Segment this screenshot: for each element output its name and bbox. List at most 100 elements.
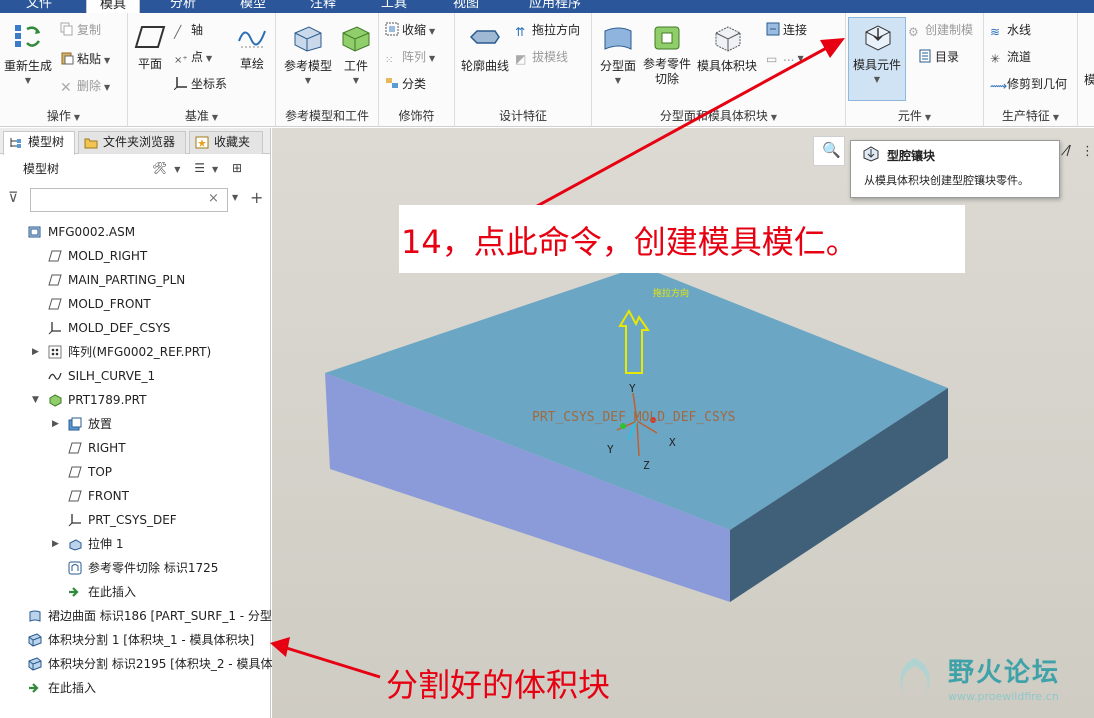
tree-filter-settings-icon[interactable]: ⊞ (232, 161, 242, 175)
chevron-down-icon[interactable]: ▼ (174, 165, 180, 174)
tab-view[interactable]: 视图 (441, 0, 491, 13)
tab-model[interactable]: 模型 (228, 0, 278, 13)
tree-item[interactable]: RIGHT (0, 436, 270, 460)
connect-button[interactable]: 连接 (766, 21, 807, 39)
group-label-design-feature: 设计特征 (498, 109, 547, 123)
overflow-group-partial: 模 (1084, 73, 1094, 87)
chevron-down-icon: ▼ (873, 75, 881, 84)
regenerate-button[interactable]: 重新生成 ▼ (3, 21, 53, 85)
datum-csys-button[interactable]: 坐标系 (174, 75, 227, 93)
tree-item[interactable]: ▶ 阵列(MFG0002_REF.PRT) (0, 340, 270, 364)
tree-settings-icon[interactable]: 🛠 (152, 161, 167, 175)
chevron-down-icon[interactable]: ▼ (212, 165, 218, 174)
watermark-title: 野火论坛 (948, 658, 1061, 688)
csys-icon (68, 514, 81, 527)
tab-tools[interactable]: 工具 (369, 0, 419, 13)
collapse-icon[interactable]: ▼ (32, 388, 42, 412)
regenerate-label: 重新生成 (3, 59, 52, 73)
waterline-button[interactable]: ≋ 水线 (990, 21, 1031, 39)
tab-folder-browser[interactable]: 文件夹浏览器 (78, 131, 186, 154)
expand-icon[interactable]: ▶ (32, 340, 42, 364)
classify-button[interactable]: 分类 (385, 75, 426, 93)
copy-button[interactable]: 复制 (60, 21, 101, 39)
tree-item[interactable]: 在此插入 (0, 580, 270, 604)
tree-filter-row: ⊽ × ▼ + (6, 188, 266, 212)
mold-insert-tooltip: 型腔镶块 从模具体积块创建型腔镶块零件。 (850, 140, 1060, 198)
csys-icon (174, 77, 187, 90)
tab-applications[interactable]: 应用程序 (515, 0, 595, 13)
catalog-label: 目录 (935, 50, 960, 64)
sketch-button[interactable]: 草绘 (232, 23, 272, 72)
draft-line-label: 拔模线 (532, 50, 569, 64)
draft-line-button[interactable]: ◩ 拔模线 (515, 48, 568, 66)
delete-button[interactable]: ✕ 删除 ▼ (60, 77, 110, 95)
tree-item-label: 在此插入 (88, 585, 137, 599)
datum-axis-button[interactable]: ╱ 轴 (174, 21, 203, 39)
tree-item[interactable]: TOP (0, 460, 270, 484)
group-design-feature: 轮廓曲线 ⇈ 拖拉方向 ◩ 拔模线 设计特征 (455, 13, 592, 127)
tree-item[interactable]: FRONT (0, 484, 270, 508)
csys-icon (48, 322, 61, 335)
tree-search-input[interactable] (30, 188, 228, 212)
mold-volume-button[interactable]: 模具体积块 (696, 23, 758, 74)
tab-model-tree[interactable]: 模型树 (3, 131, 75, 155)
datum-point-button[interactable]: ×⁺ 点 ▼ (174, 48, 212, 66)
datum-plane-icon (48, 298, 62, 310)
partial-icon: ▭ (766, 52, 778, 66)
clear-icon[interactable]: × (208, 191, 219, 206)
tree-item[interactable]: ▶ 放置 (0, 412, 270, 436)
trim-geometry-button[interactable]: ⟿修剪到几何 (990, 75, 1067, 93)
tab-analysis[interactable]: 分析 (158, 0, 208, 13)
tree-item[interactable]: ▶ 拉伸 1 (0, 532, 270, 556)
draft-line-icon: ◩ (515, 52, 527, 66)
axis-label: 轴 (191, 23, 204, 37)
tree-item[interactable]: MOLD_RIGHT (0, 244, 270, 268)
tree-item[interactable]: 体积块分割 标识2195 [体积块_2 - 模具体 (0, 652, 272, 676)
tree-item[interactable]: MAIN_PARTING_PLN (0, 268, 270, 292)
draw-direction-button[interactable]: ⇈ 拖拉方向 (515, 21, 580, 39)
pattern-button[interactable]: ⁙ 阵列 ▼ (385, 48, 435, 66)
workpiece-button[interactable]: 工件 ▼ (336, 23, 376, 85)
tree-item[interactable]: MOLD_DEF_CSYS (0, 316, 270, 340)
parting-surface-button[interactable]: 分型面 ▼ (594, 23, 642, 85)
tab-mold[interactable]: 模具 (86, 0, 140, 13)
datum-plane-button[interactable]: 平面 (132, 23, 168, 72)
ref-part-cutout-button[interactable]: 参考零件切除 (642, 23, 692, 87)
tab-favorites[interactable]: 收藏夹 (189, 131, 263, 154)
tab-annotate[interactable]: 注释 (298, 0, 348, 13)
expand-icon[interactable]: ▶ (52, 532, 62, 556)
silhouette-curve-button[interactable]: 轮廓曲线 (457, 23, 513, 74)
tree-item-label: 参考零件切除 标识1725 (88, 561, 219, 575)
tree-item[interactable]: 体积块分割 1 [体积块_1 - 模具体积块] (0, 628, 270, 652)
hidden-command-button[interactable]: ▭... ▼ (766, 48, 804, 66)
connect-label: 连接 (783, 23, 808, 37)
group-label-ref-model: 参考模型和工件 (284, 109, 369, 123)
mold-component-button[interactable]: 模具元件 ▼ (848, 17, 906, 101)
sketch-icon (238, 30, 266, 48)
tree-item[interactable]: 在此插入 (0, 676, 270, 700)
tree-item[interactable]: PRT_CSYS_DEF (0, 508, 270, 532)
ref-model-button[interactable]: 参考模型 ▼ (280, 23, 336, 85)
catalog-button[interactable]: 目录 (918, 48, 959, 66)
paste-button[interactable]: 粘贴 ▼ (60, 50, 110, 68)
tree-item[interactable]: 裙边曲面 标识186 [PART_SURF_1 - 分型 (0, 604, 272, 628)
tree-item[interactable]: ▼ PRT1789.PRT (0, 388, 270, 412)
group-parting: 分型面 ▼ 参考零件切除 模具体积块 连接 ▭... ▼ 分型面和模具体积块 ▼ (592, 13, 846, 127)
tab-file[interactable]: 文件 (14, 0, 64, 13)
tree-columns-icon[interactable]: ☰ (194, 161, 205, 175)
add-filter-icon[interactable]: + (250, 188, 263, 207)
tree-item[interactable]: SILH_CURVE_1 (0, 364, 270, 388)
runner-button[interactable]: ✳ 流道 (990, 48, 1031, 66)
create-mold-label: 创建制模 (925, 23, 974, 37)
tree-item[interactable]: MOLD_FRONT (0, 292, 270, 316)
watermark-url: www.proewildfire.cn (948, 690, 1059, 703)
expand-icon[interactable]: ▶ (52, 412, 62, 436)
chevron-down-icon[interactable]: ▼ (232, 193, 238, 202)
shrink-button[interactable]: 收缩 ▼ (385, 21, 435, 39)
tree-item-label: 拉伸 1 (88, 537, 124, 551)
tree-item-label: 放置 (88, 417, 113, 431)
tree-item[interactable]: MFG0002.ASM (0, 220, 270, 244)
create-mold-button[interactable]: ⚙ 创建制模 (908, 21, 973, 39)
tree-item[interactable]: 参考零件切除 标识1725 (0, 556, 270, 580)
group-label-component: 元件 ▼ (897, 109, 932, 123)
